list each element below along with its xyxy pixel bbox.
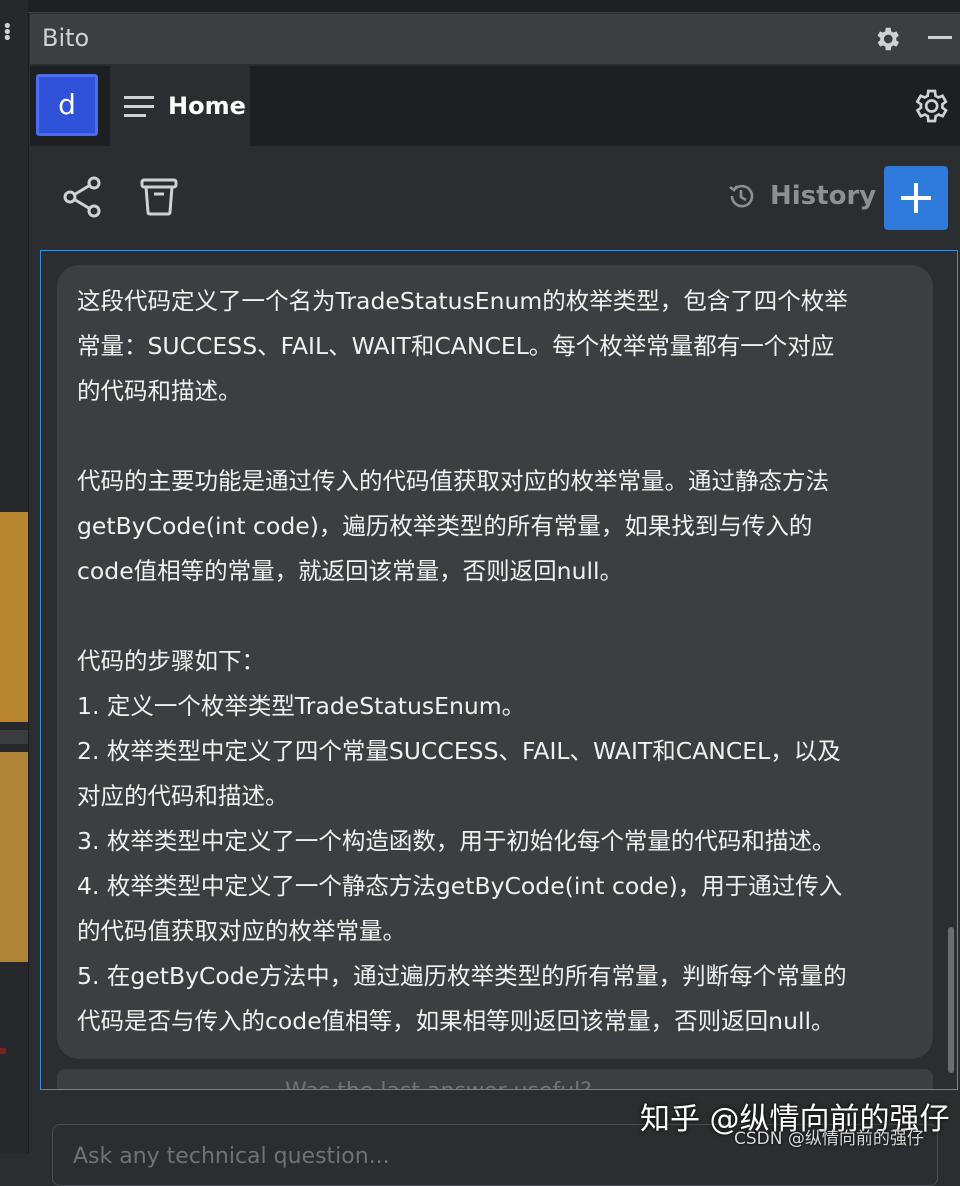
gutter-highlight bbox=[0, 752, 28, 962]
answer-line: 的代码和描述。 bbox=[77, 377, 242, 405]
answer-line: 4. 枚举类型中定义了一个静态方法getByCode(int code)，用于通… bbox=[77, 872, 843, 900]
answer-line: 3. 枚举类型中定义了一个构造函数，用于初始化每个常量的代码和描述。 bbox=[77, 827, 836, 855]
answer-line: 代码是否与传入的code值相等，如果相等则返回该常量，否则返回null。 bbox=[77, 1007, 835, 1035]
chat-area[interactable]: 这段代码定义了一个名为TradeStatusEnum的枚举类型，包含了四个枚举 … bbox=[40, 250, 958, 1090]
tab-bar: d Home bbox=[30, 66, 960, 146]
settings-gear-icon[interactable] bbox=[910, 86, 950, 126]
answer-line: 5. 在getByCode方法中，通过遍历枚举类型的所有常量，判断每个常量的 bbox=[77, 962, 847, 990]
feedback-question: Was the last answer useful? bbox=[285, 1079, 592, 1089]
history-label: History bbox=[770, 181, 877, 211]
answer-line: getByCode(int code)，遍历枚举类型的所有常量，如果找到与传入的 bbox=[77, 512, 813, 540]
more-vertical-icon[interactable]: • • • bbox=[2, 18, 13, 48]
history-button[interactable]: History bbox=[726, 176, 876, 216]
chat-scrollbar[interactable] bbox=[948, 927, 954, 1073]
avatar[interactable]: d bbox=[36, 74, 98, 136]
csdn-watermark: CSDN @纵情向前的强仔 bbox=[734, 1129, 924, 1149]
answer-line: 1. 定义一个枚举类型TradeStatusEnum。 bbox=[77, 692, 526, 720]
new-chat-button[interactable] bbox=[884, 166, 948, 230]
answer-line: 2. 枚举类型中定义了四个常量SUCCESS、FAIL、WAIT和CANCEL，… bbox=[77, 737, 841, 765]
gutter-marker bbox=[0, 1048, 6, 1054]
menu-icon bbox=[124, 96, 154, 117]
answer-line: code值相等的常量，就返回该常量，否则返回null。 bbox=[77, 557, 624, 585]
answer-line: 常量：SUCCESS、FAIL、WAIT和CANCEL。每个枚举常量都有一个对应 bbox=[77, 332, 835, 360]
feedback-bar: Was the last answer useful? bbox=[57, 1069, 933, 1089]
answer-line: 的代码值获取对应的枚举常量。 bbox=[77, 917, 406, 945]
history-icon bbox=[729, 184, 754, 208]
minimize-icon[interactable] bbox=[928, 36, 952, 39]
gutter-highlight bbox=[0, 512, 28, 722]
editor-gutter: • • • bbox=[0, 0, 29, 1154]
trash-icon[interactable] bbox=[140, 176, 178, 216]
tab-home[interactable]: Home bbox=[110, 66, 250, 146]
chat-toolbar: History bbox=[30, 146, 960, 248]
tool-window-title: Bito bbox=[42, 24, 90, 52]
answer-line: 代码的步骤如下： bbox=[77, 647, 265, 675]
tool-window-header: Bito bbox=[30, 14, 960, 64]
answer-bubble: 这段代码定义了一个名为TradeStatusEnum的枚举类型，包含了四个枚举 … bbox=[57, 265, 933, 1059]
tab-home-label: Home bbox=[168, 92, 246, 120]
share-icon[interactable] bbox=[62, 176, 102, 218]
gear-icon[interactable] bbox=[872, 24, 902, 54]
gutter-separator bbox=[0, 730, 28, 744]
answer-line: 这段代码定义了一个名为TradeStatusEnum的枚举类型，包含了四个枚举 bbox=[77, 287, 848, 315]
answer-line: 代码的主要功能是通过传入的代码值获取对应的枚举常量。通过静态方法 bbox=[77, 467, 829, 495]
ide-top-bar bbox=[28, 0, 960, 13]
answer-line: 对应的代码和描述。 bbox=[77, 782, 289, 810]
